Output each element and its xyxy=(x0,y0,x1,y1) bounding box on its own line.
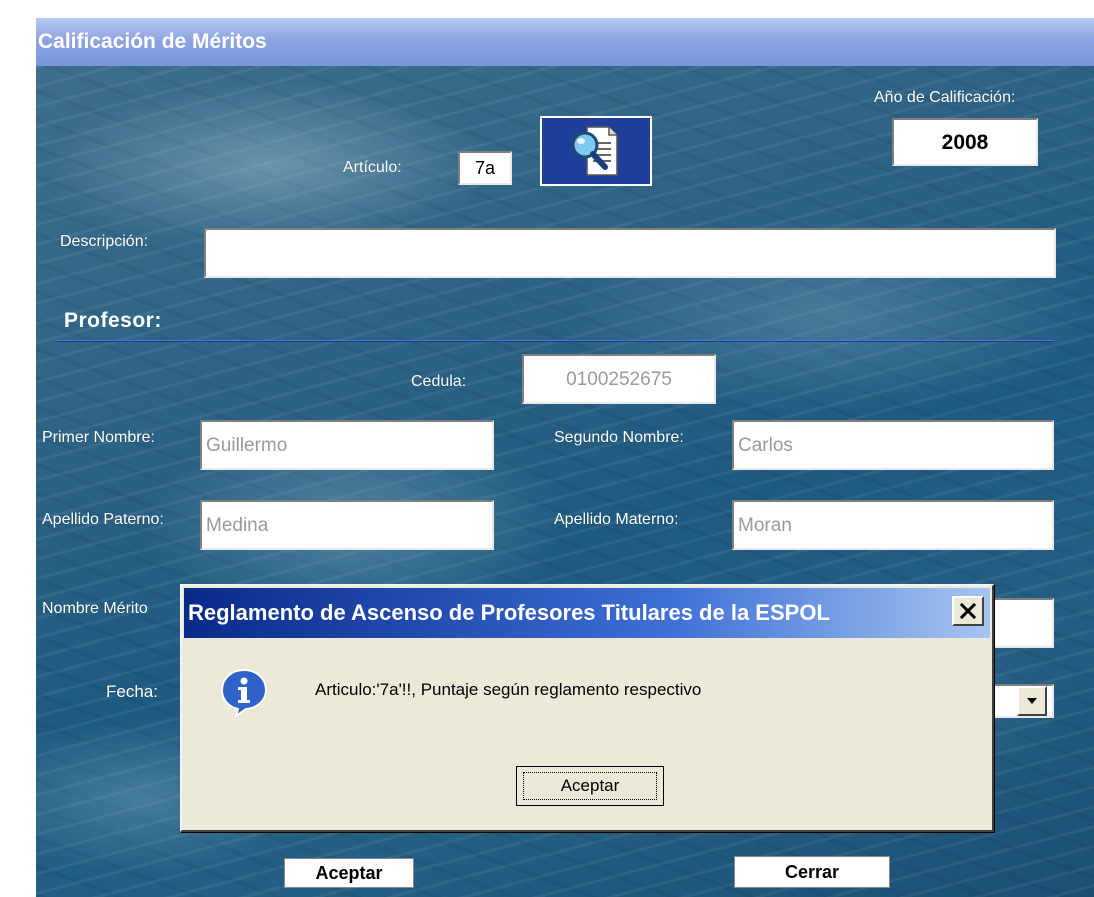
second-name-field[interactable]: Carlos xyxy=(732,420,1054,470)
info-icon xyxy=(220,668,268,718)
close-icon xyxy=(960,603,976,619)
accept-button[interactable]: Aceptar xyxy=(284,858,414,888)
article-field[interactable]: 7a xyxy=(458,151,512,185)
merit-name-label: Nombre Mérito xyxy=(42,600,148,617)
cedula-field[interactable]: 0100252675 xyxy=(522,354,716,404)
paternal-surname-label: Apellido Paterno: xyxy=(42,511,164,528)
year-label: Año de Calificación: xyxy=(874,89,1016,106)
dialog-ok-button[interactable]: Aceptar xyxy=(516,766,664,806)
maternal-surname-field[interactable]: Moran xyxy=(732,500,1054,550)
section-divider xyxy=(56,340,1054,342)
close-button[interactable]: Cerrar xyxy=(734,856,890,888)
dialog-title: Reglamento de Ascenso de Profesores Titu… xyxy=(184,588,990,638)
dialog-message: Articulo:'7a'!!, Puntaje según reglament… xyxy=(315,680,702,699)
date-dropdown-button[interactable] xyxy=(1017,686,1047,716)
cedula-label: Cedula: xyxy=(411,373,467,390)
search-document-button[interactable] xyxy=(540,116,652,186)
paternal-surname-field[interactable]: Medina xyxy=(200,500,494,550)
dialog-ok-label: Aceptar xyxy=(523,772,657,800)
section-title: Profesor: xyxy=(64,309,162,332)
message-dialog: Reglamento de Ascenso de Profesores Titu… xyxy=(180,584,994,832)
second-name-label: Segundo Nombre: xyxy=(554,429,684,446)
date-label: Fecha: xyxy=(106,682,158,701)
first-name-field[interactable]: Guillermo xyxy=(200,420,494,470)
window-title: Calificación de Méritos xyxy=(36,18,1094,66)
chevron-down-icon xyxy=(1027,698,1037,704)
article-label: Artículo: xyxy=(343,159,402,176)
description-label: Descripción: xyxy=(60,233,149,250)
description-field[interactable] xyxy=(204,228,1056,278)
year-field[interactable]: 2008 xyxy=(892,118,1038,166)
dialog-close-button[interactable] xyxy=(952,596,984,626)
search-document-icon xyxy=(571,126,618,176)
first-name-label: Primer Nombre: xyxy=(42,429,155,446)
maternal-surname-label: Apellido Materno: xyxy=(554,511,679,528)
